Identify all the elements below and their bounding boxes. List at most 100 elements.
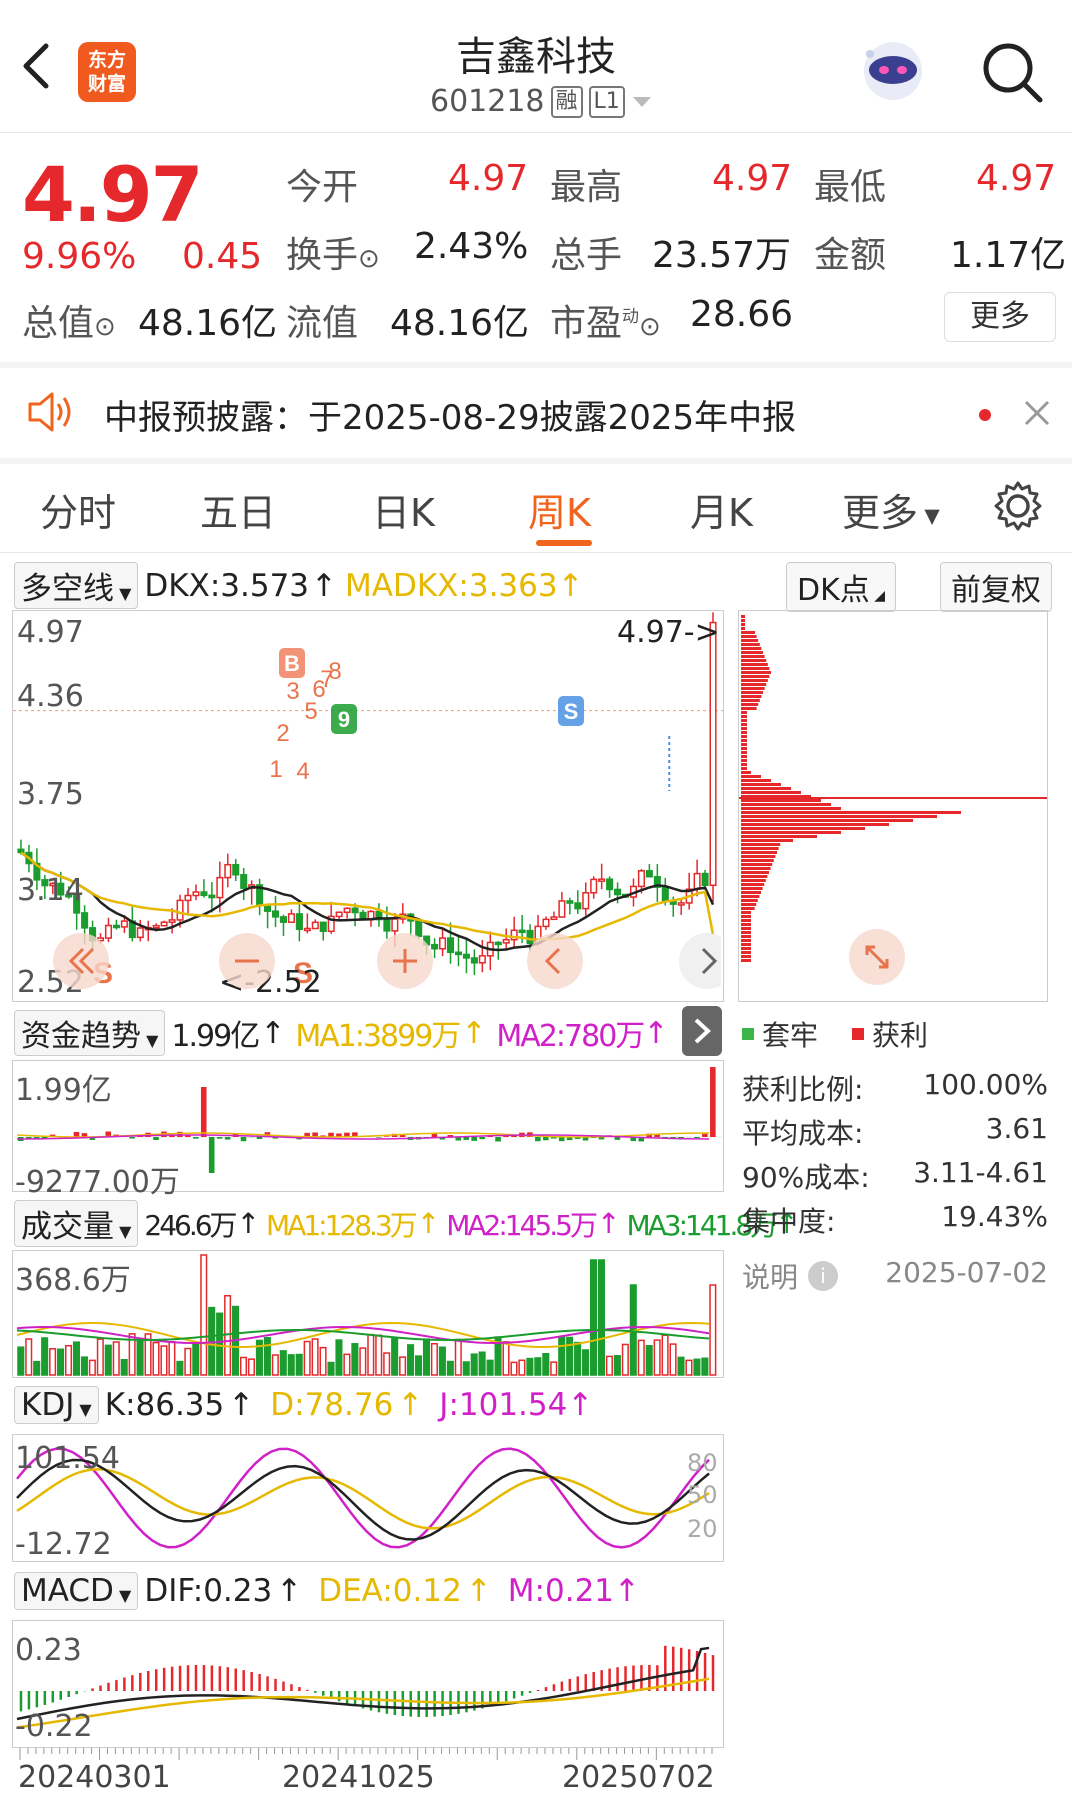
volume-chart[interactable]: 368.6万: [12, 1250, 724, 1378]
chip-bar: [741, 911, 751, 914]
chip-bar: [741, 663, 768, 666]
rewind-icon[interactable]: [51, 931, 111, 991]
main-indicator-select[interactable]: 多空线 ▼: [14, 562, 139, 609]
tab-monthly-k[interactable]: 月K: [690, 482, 753, 537]
candle-body: [637, 870, 645, 888]
chip-bar: [741, 687, 765, 690]
info-icon: ⊙: [358, 244, 380, 274]
chip-bar: [741, 887, 763, 890]
stock-code: 601218: [430, 84, 545, 119]
macd-indicator-select[interactable]: MACD ▼: [14, 1572, 139, 1610]
chip-bar: [741, 959, 751, 962]
pe-label[interactable]: 市盈动⊙: [550, 294, 661, 346]
chip-bar: [741, 867, 771, 870]
candle-body: [462, 953, 470, 959]
robot-assistant-icon[interactable]: [858, 38, 928, 104]
volume-bar: [454, 1338, 462, 1376]
fund-bar: [256, 1137, 263, 1139]
turnover-label[interactable]: 换手⊙: [286, 226, 380, 278]
chip-bar: [741, 667, 770, 670]
settings-icon[interactable]: [992, 480, 1044, 532]
chip-note[interactable]: 说明 i: [742, 1256, 839, 1296]
volume-bar: [72, 1341, 81, 1376]
volume-y-top: 368.6万: [15, 1263, 131, 1298]
high-label: 最高: [550, 167, 623, 208]
chip-bar: [741, 883, 765, 886]
change-pct: 9.96%: [22, 236, 137, 277]
kdj-y-top: 101.54: [15, 1441, 120, 1476]
x-label-mid: 20241025: [282, 1760, 435, 1795]
volume-bar: [168, 1341, 176, 1376]
chip-bar: [741, 703, 759, 706]
volume-bar: [335, 1339, 343, 1376]
volume-bar: [112, 1341, 120, 1376]
up-arrow-icon: ↑: [416, 1207, 441, 1240]
tab-intraday[interactable]: 分时: [40, 482, 116, 537]
fund-bar: [694, 1137, 700, 1139]
chip-bar: [741, 759, 747, 762]
macd-m: M:0.21: [507, 1573, 615, 1609]
volume-bar: [558, 1336, 566, 1376]
close-icon[interactable]: [1022, 398, 1052, 428]
macd-dif: DIF:0.23: [144, 1573, 273, 1609]
mktcap-label[interactable]: 总值⊙: [22, 294, 116, 346]
td-count-marker: 2: [276, 720, 289, 747]
chip-bar: [741, 651, 763, 654]
zoom-in-icon[interactable]: [375, 931, 435, 991]
notice-bar[interactable]: 中报预披露：于2025-08-29披露2025年中报: [0, 368, 1072, 458]
chip-bar: [741, 931, 751, 934]
chip-bar: [741, 711, 747, 714]
volume-indicator-select[interactable]: 成交量 ▼: [14, 1200, 139, 1247]
tab-weekly-k[interactable]: 周K: [528, 482, 591, 537]
search-icon[interactable]: [980, 40, 1046, 106]
expand-icon[interactable]: [847, 927, 907, 987]
tab-more[interactable]: 更多 ▼: [842, 482, 940, 537]
chip-bar: [741, 735, 747, 738]
chip-bar: [741, 811, 961, 814]
volume-bar: [446, 1360, 454, 1376]
amount-value: 1.17亿: [950, 235, 1067, 276]
prev-icon[interactable]: [525, 931, 585, 991]
tab-five-day[interactable]: 五日: [200, 482, 276, 537]
candle-body: [240, 874, 248, 889]
volume-bar: [41, 1337, 49, 1376]
volume-bar: [17, 1346, 25, 1376]
candlestick-chart[interactable]: BSSS123456789 4.97 4.36 3.75 3.14 2.52 4…: [12, 610, 724, 1002]
chip-bar: [741, 671, 771, 674]
fund-bar: [224, 1137, 231, 1140]
fund-trend-chart[interactable]: 1.99亿 -9277.00万: [12, 1060, 724, 1200]
stock-code-row[interactable]: 601218 融 L1: [430, 84, 653, 119]
next-icon[interactable]: [677, 931, 721, 991]
chip-bar: [741, 803, 831, 806]
candle-body: [232, 863, 240, 876]
up-arrow-icon: ↑: [461, 1015, 487, 1051]
volume-bar: [351, 1343, 359, 1376]
td-count-marker: 4: [296, 758, 309, 785]
chip-bar: [741, 895, 760, 898]
chip-bar: [741, 899, 758, 902]
kdj-k: K:86.35: [104, 1387, 225, 1423]
zoom-out-icon[interactable]: [217, 931, 277, 991]
chip-bar: [741, 951, 751, 954]
fund-indicator-select[interactable]: 资金趋势 ▼: [14, 1010, 166, 1056]
dk-point-button[interactable]: DK点 ◢: [786, 562, 896, 612]
candle-body: [383, 918, 391, 932]
low-label: 最低: [814, 167, 887, 208]
fund-bar: [216, 1137, 223, 1139]
concentration-label: 集中度:: [742, 1205, 836, 1238]
mktcap-value: 48.16亿: [138, 303, 278, 344]
fund-bar: [383, 1136, 390, 1137]
macd-chart[interactable]: 0.23 -0.22: [12, 1620, 724, 1748]
more-quote-button[interactable]: 更多: [944, 292, 1056, 342]
chip-bar: [741, 923, 751, 926]
chip-distribution-chart[interactable]: [738, 610, 1048, 1002]
tab-daily-k[interactable]: 日K: [372, 482, 435, 537]
adjust-button[interactable]: 前复权: [940, 562, 1052, 612]
candle-body: [351, 907, 359, 914]
up-arrow-icon: ↑: [557, 567, 584, 604]
candle-body: [661, 886, 669, 902]
kdj-chart[interactable]: 101.54 -12.72 80 50 20: [12, 1434, 724, 1562]
expand-panel-button[interactable]: [682, 1006, 722, 1056]
kdj-indicator-select[interactable]: KDJ ▼: [14, 1386, 99, 1424]
volume-bar: [399, 1356, 407, 1376]
